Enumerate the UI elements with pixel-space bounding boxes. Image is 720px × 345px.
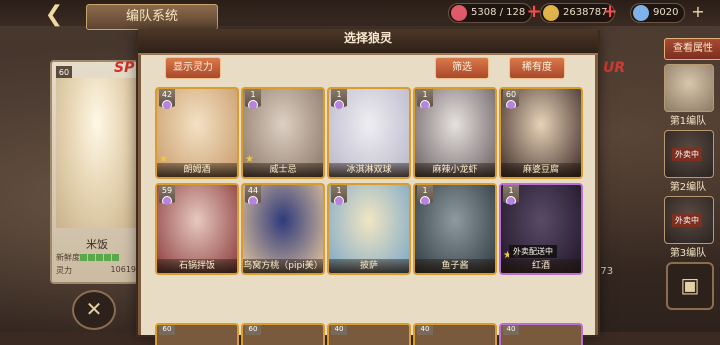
spirit-card[interactable]: 44 鸟窝方桃（pipi美） — [241, 183, 325, 275]
gift-box-icon[interactable]: ▣ — [666, 262, 714, 310]
team-avatar — [664, 64, 714, 112]
spirit-card-partial[interactable]: 40 — [499, 323, 583, 345]
level-badge: 59 — [159, 185, 175, 205]
spirit-name: 红酒 — [501, 259, 581, 273]
team-status-tag: 外卖中 — [672, 214, 702, 227]
character-name: 米饭 — [86, 238, 108, 251]
level-badge: 1 — [417, 89, 433, 109]
spirit-grid: 42 ★ 朗姆酒 1 ★ 威士忌 1 冰淇淋双球 1 麻辣小龙虾 60 麻婆豆腐 59 石锅拌饭 44 鸟窝方… — [155, 87, 585, 345]
rarity-sort-button[interactable]: 稀有度 — [509, 57, 565, 79]
team-slot-2[interactable]: 外卖中 第2编队 — [660, 128, 716, 198]
rarity-badge: SP — [114, 60, 135, 76]
level-badge: 1 — [417, 185, 433, 205]
level-value: 60 — [505, 90, 517, 99]
select-spirit-modal: 选择狼灵 显示灵力 筛选 稀有度 42 ★ 朗姆酒 1 ★ 威士忌 1 冰淇淋双球 1 麻辣小龙虾… — [138, 29, 598, 345]
gem-value: 9020 — [653, 7, 679, 18]
team-label: 第2编队 — [669, 182, 707, 193]
freshness-row: 新鲜度 — [56, 252, 138, 264]
level-badge: 1 — [331, 89, 347, 109]
character-art — [56, 78, 138, 228]
spirit-name: 鱼子酱 — [415, 259, 495, 273]
power-row: 灵力 10619 — [56, 265, 138, 277]
spirit-card[interactable]: 42 ★ 朗姆酒 — [155, 87, 239, 179]
rarity-badge-ur: UR — [603, 60, 626, 76]
modal-title: 选择狼灵 — [343, 31, 392, 45]
team-status-tag: 外卖中 — [672, 148, 702, 161]
spirit-card[interactable]: 1 麻辣小龙虾 — [413, 87, 497, 179]
gem-counter: 9020 — [630, 3, 686, 23]
level-badge: 60 — [159, 325, 175, 335]
stamina-value: 5308 / 128 — [471, 7, 526, 18]
spirit-name: 鸟窝方桃（pipi美） — [243, 259, 323, 273]
add-coin-button[interactable]: + — [602, 3, 618, 21]
power-value: 10619 — [110, 265, 136, 274]
level-badge: 1 — [245, 89, 261, 109]
spirit-name: 石锅拌饭 — [157, 259, 237, 273]
spirit-card-partial[interactable]: 60 — [241, 323, 325, 345]
show-power-button[interactable]: 显示灵力 — [165, 57, 221, 79]
spirit-card[interactable]: 59 石锅拌饭 — [155, 183, 239, 275]
level-value: 42 — [161, 90, 173, 99]
view-attributes-button[interactable]: 查看属性 — [664, 38, 720, 60]
spirit-name: 冰淇淋双球 — [329, 163, 409, 177]
system-title: 编队系统 — [86, 4, 218, 30]
level-badge: 44 — [245, 185, 261, 205]
delivery-status-label: 外卖配送中 — [509, 245, 557, 258]
spirit-card[interactable]: 1★★外卖配送中红酒 — [499, 183, 583, 275]
stamina-counter: 5308 / 128 — [448, 3, 533, 23]
spirit-name: 朗姆酒 — [157, 163, 237, 177]
spirit-card-partial[interactable]: 40 — [413, 323, 497, 345]
level-badge: 60 — [245, 325, 261, 335]
team-slot-3[interactable]: 外卖中 第3编队 — [660, 194, 716, 264]
team-label: 第1编队 — [669, 116, 707, 127]
add-gem-button[interactable]: + — [688, 3, 708, 21]
level-badge: 1 — [503, 185, 519, 205]
power-label: 灵力 — [56, 266, 72, 275]
spirit-card[interactable]: 1 冰淇淋双球 — [327, 87, 411, 179]
freshness-label: 新鲜度 — [56, 253, 80, 262]
top-bar: ❮ 编队系统 5308 / 128 + 2638787 + 9020 + — [0, 0, 720, 30]
level-value: 1 — [508, 186, 514, 195]
back-arrow-icon[interactable]: ❮ — [36, 4, 72, 26]
spirit-name: 披萨 — [329, 259, 409, 273]
modal-header: 选择狼灵 — [138, 29, 598, 55]
freshness-bar — [80, 254, 120, 261]
level-badge: 42 — [159, 89, 175, 109]
level-badge: 40 — [503, 325, 519, 335]
heart-icon — [451, 5, 467, 21]
level-badge: 40 — [331, 325, 347, 335]
level-value: 1 — [336, 186, 342, 195]
spirit-card[interactable]: 1 ★ 威士忌 — [241, 87, 325, 179]
selected-character-card[interactable]: 60 SP 米饭 新鲜度 灵力 10619 — [50, 60, 144, 284]
spirit-card-partial[interactable]: 60 — [155, 323, 239, 345]
level-value: 1 — [336, 90, 342, 99]
level-badge: 1 — [331, 185, 347, 205]
team-label: 第3编队 — [669, 248, 707, 259]
level-value: 59 — [161, 186, 173, 195]
utensils-icon[interactable]: ✕ — [72, 290, 116, 330]
spirit-name: 威士忌 — [243, 163, 323, 177]
coin-value: 2638787 — [563, 7, 608, 18]
gem-icon — [633, 5, 649, 21]
level-value: 1 — [422, 186, 428, 195]
level-value: 44 — [247, 186, 259, 195]
spirit-name: 麻辣小龙虾 — [415, 163, 495, 177]
spirit-card[interactable]: 60 麻婆豆腐 — [499, 87, 583, 179]
level-value: 1 — [422, 90, 428, 99]
spirit-name: 麻婆豆腐 — [501, 163, 581, 177]
team-slot-1[interactable]: 第1编队 — [660, 62, 716, 132]
spirit-card[interactable]: 1 鱼子酱 — [413, 183, 497, 275]
spirit-card-partial[interactable]: 40 — [327, 323, 411, 345]
level-badge: 40 — [417, 325, 433, 335]
spirit-card[interactable]: 1 披萨 — [327, 183, 411, 275]
filter-button[interactable]: 筛选 — [435, 57, 489, 79]
level-value: 1 — [250, 90, 256, 99]
coin-icon — [543, 5, 559, 21]
level-badge: 60 — [503, 89, 519, 109]
